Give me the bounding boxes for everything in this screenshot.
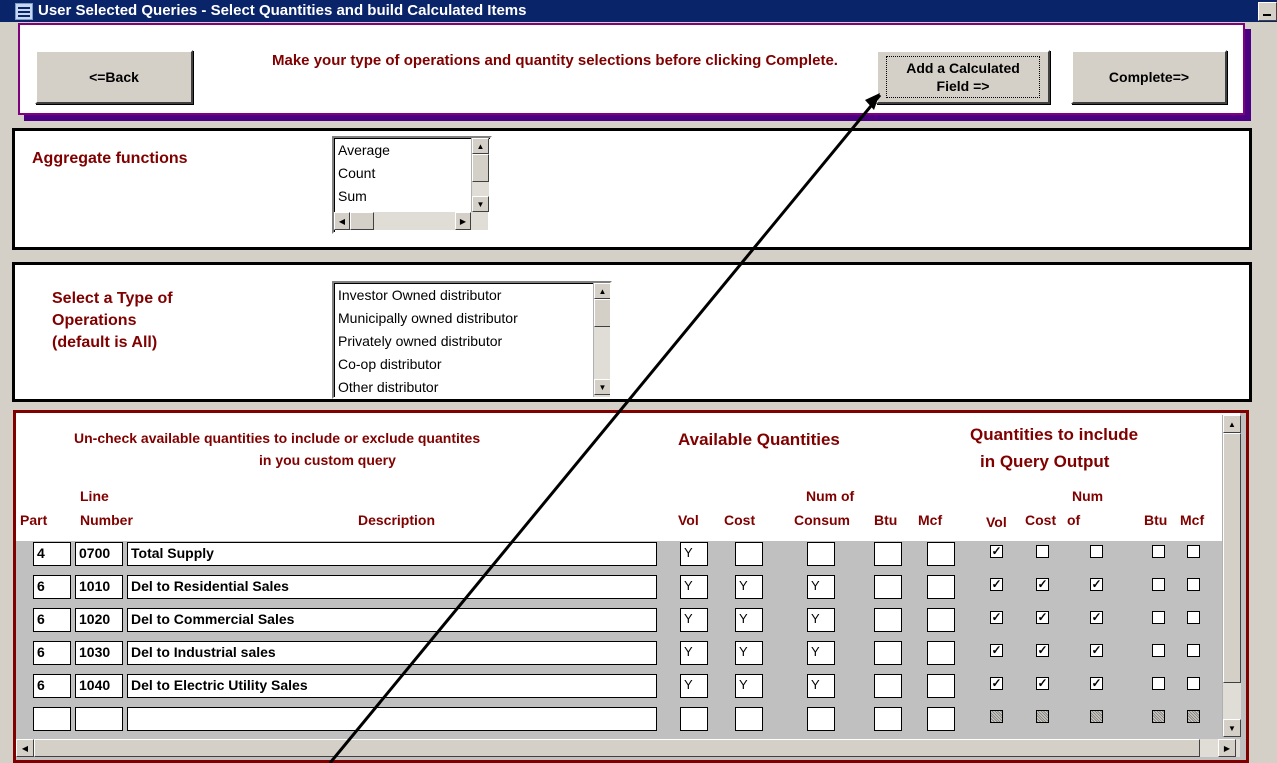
annotation-arrow xyxy=(328,93,882,763)
